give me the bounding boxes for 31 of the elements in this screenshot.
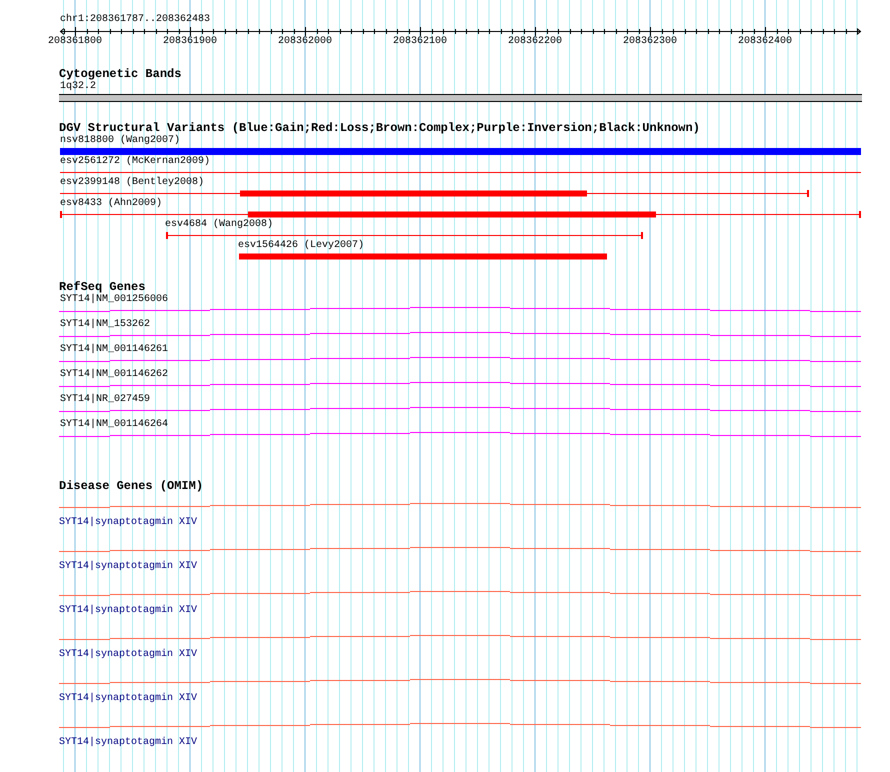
tick-label: 208362200: [506, 36, 563, 48]
variant-label: esv4684 (Wang2008): [165, 219, 274, 231]
disease-gene-label: SYT14|synaptotagmin XIV: [59, 737, 198, 749]
variant-label: esv2561272 (McKernan2009): [60, 156, 210, 168]
tick-label: 208361900: [162, 36, 218, 48]
variant-label: esv8433 (Ahn2009): [60, 198, 162, 210]
variant-label: esv2399148 (Bentley2008): [60, 177, 204, 189]
track-title: Cytogenetic Bands: [59, 68, 182, 81]
disease-gene-label: SYT14|synaptotagmin XIV: [59, 693, 198, 705]
gene-label: SYT14|NM_001146262: [60, 369, 168, 381]
gene-label: SYT14|NM_001146264: [60, 419, 168, 431]
gene-label: SYT14|NR_027459: [60, 394, 150, 406]
variant-label: nsv818800 (Wang2007): [60, 135, 180, 147]
disease-gene-label: SYT14|synaptotagmin XIV: [59, 605, 198, 617]
gene-label: SYT14|NM_153262: [60, 319, 150, 331]
variant-label: esv1564426 (Levy2007): [238, 240, 364, 252]
disease-gene-label: SYT14|synaptotagmin XIV: [59, 561, 198, 573]
gene-label: SYT14|NM_001256006: [60, 294, 168, 306]
tick-label: 208362400: [736, 36, 793, 48]
track-title: Disease Genes (OMIM): [59, 480, 204, 493]
tick-label: 208362100: [392, 36, 448, 48]
tick-label: 208362300: [622, 36, 678, 48]
disease-gene-label: SYT14|synaptotagmin XIV: [59, 517, 198, 529]
track-title: DGV Structural Variants (Blue:Gain;Red:Loss;Brown:Complex;Purple:Inversion;Black:Unknown): [59, 122, 700, 135]
track-title: RefSeq Genes: [59, 281, 146, 294]
tick-label: 208362000: [276, 36, 333, 48]
tick-label: 208361800: [46, 36, 103, 48]
band-label: 1q32.2: [60, 81, 96, 93]
gene-label: SYT14|NM_001146261: [60, 344, 168, 356]
disease-gene-label: SYT14|synaptotagmin XIV: [59, 649, 198, 661]
ruler-position-label: chr1:208361787..208362483: [60, 14, 210, 26]
